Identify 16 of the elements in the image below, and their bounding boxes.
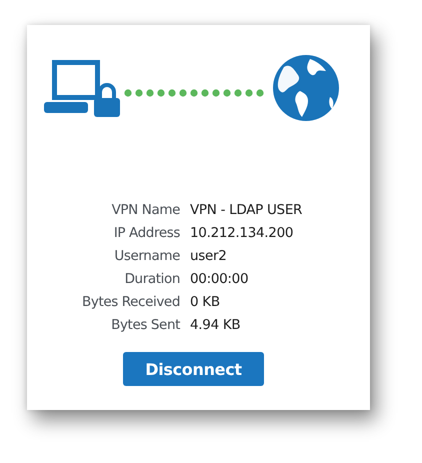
dotted-line-icon bbox=[124, 89, 264, 97]
field-value: user2 bbox=[190, 247, 228, 266]
disconnect-button[interactable]: Disconnect bbox=[123, 352, 264, 386]
globe-icon bbox=[270, 53, 342, 123]
computer-lock-icon bbox=[44, 58, 120, 118]
field-label: Duration bbox=[124, 270, 180, 289]
field-label: Username bbox=[113, 247, 180, 266]
field-value: 00:00:00 bbox=[190, 270, 250, 289]
field-value: VPN - LDAP USER bbox=[190, 201, 302, 220]
field-label: VPN Name bbox=[110, 201, 180, 220]
field-label: IP Address bbox=[112, 224, 180, 243]
field-label: Bytes Sent bbox=[110, 316, 180, 335]
field-value: 0 KB bbox=[190, 293, 221, 312]
field-value: 4.94 KB bbox=[190, 316, 242, 335]
field-value: 10.212.134.200 bbox=[190, 224, 294, 243]
field-label: Bytes Received bbox=[81, 293, 180, 312]
